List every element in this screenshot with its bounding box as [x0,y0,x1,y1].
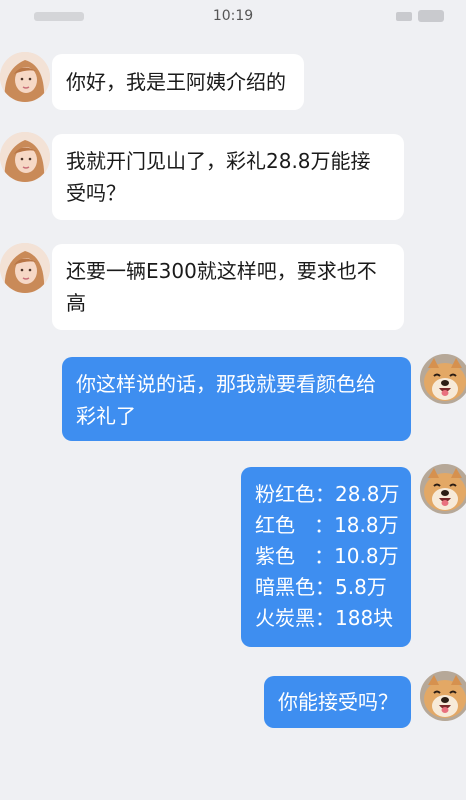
dog-avatar-icon[interactable] [420,671,466,721]
message-bubble[interactable]: 你这样说的话，那我就要看颜色给 彩礼了 [62,357,411,441]
message-text: 你这样说的话，那我就要看颜色给 [76,372,376,396]
girl-avatar-icon[interactable] [0,132,50,182]
message-bubble[interactable]: 你好，我是王阿姨介绍的 [52,54,304,110]
price-line: 红色 ：18.8万 [255,513,399,537]
message-bubble[interactable]: 粉红色：28.8万 红色 ：18.8万 紫色 ：10.8万 暗黑色：5.8万 火… [241,467,411,647]
message-bubble[interactable]: 我就开门见山了，彩礼28.8万能接 受吗？ [52,134,404,220]
price-line: 粉红色：28.8万 [255,482,400,506]
dog-avatar-icon[interactable] [420,354,466,404]
message-bubble[interactable]: 你能接受吗？ [264,676,411,728]
message-text: 还要一辆E300就这样吧，要求也不 [66,259,377,283]
price-line: 暗黑色：5.8万 [255,575,387,599]
message-text: 受吗？ [66,181,126,205]
message-text: 高 [66,291,86,315]
message-text: 彩礼了 [76,404,136,428]
message-text: 你能接受吗？ [278,690,398,714]
price-line: 紫色 ：10.8万 [255,544,399,568]
dog-avatar-icon[interactable] [420,464,466,514]
message-bubble[interactable]: 还要一辆E300就这样吧，要求也不 高 [52,244,404,330]
girl-avatar-icon[interactable] [0,243,50,293]
battery-icon [418,10,444,22]
message-text: 我就开门见山了，彩礼28.8万能接 [66,149,371,173]
signal-icon [396,11,412,21]
message-text: 你好，我是王阿姨介绍的 [66,70,286,94]
price-line: 火炭黑：188块 [255,606,394,630]
status-bar: 10:19 [0,0,466,34]
status-icons [396,10,444,22]
girl-avatar-icon[interactable] [0,52,50,102]
